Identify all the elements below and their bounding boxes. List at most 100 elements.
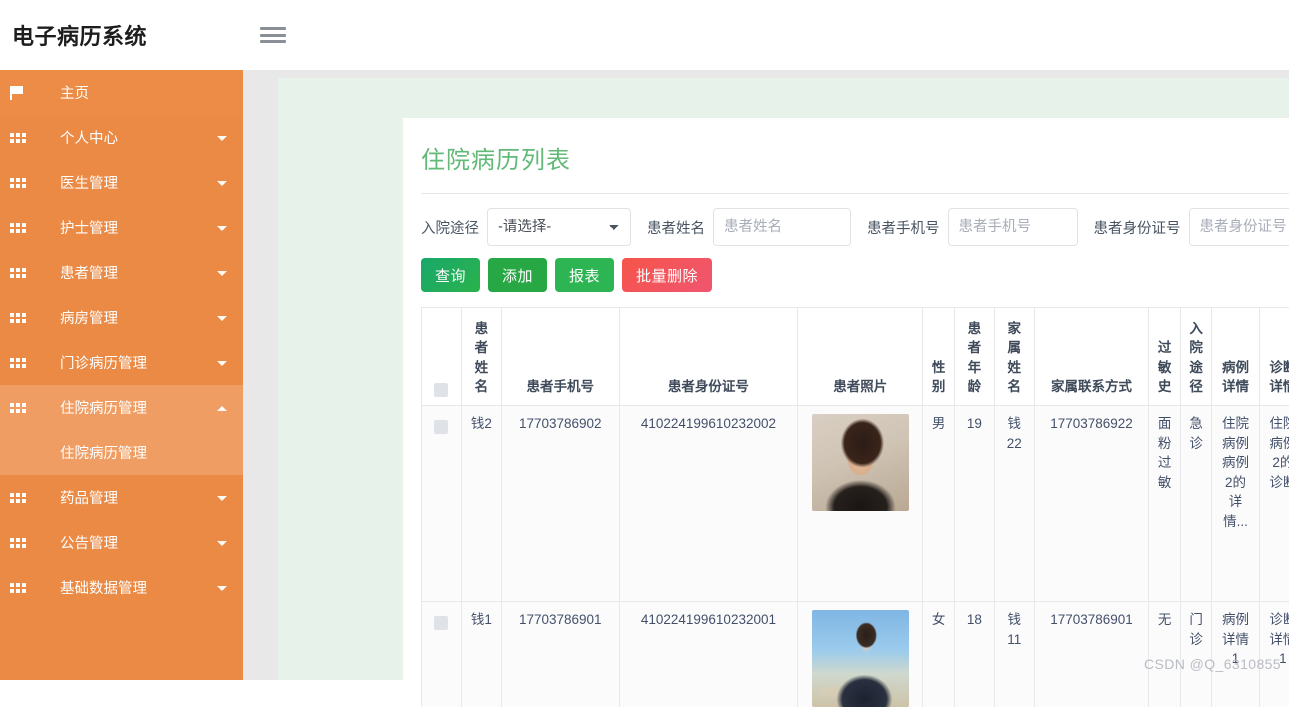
sidebar-item-1[interactable]: 医生管理 (0, 160, 243, 205)
app-title: 电子病历系统 (0, 19, 243, 51)
add-button[interactable]: 添加 (488, 258, 547, 292)
cell-idno: 410224199610232001 (619, 602, 798, 707)
chevron-down-icon (217, 541, 227, 546)
hamburger-bar (260, 40, 286, 43)
grid-icon (10, 583, 36, 593)
grid-icon (10, 358, 36, 368)
sidebar-subitem-6-0[interactable]: 住院病历管理 (0, 430, 243, 475)
grid-icon (10, 223, 36, 233)
column-header: 家属姓名 (994, 308, 1034, 406)
select-all-checkbox[interactable] (434, 383, 448, 397)
flag-icon (10, 86, 36, 100)
hamburger-icon[interactable] (260, 24, 288, 46)
cell-age: 19 (954, 406, 994, 602)
cell-idno: 410224199610232002 (619, 406, 798, 602)
table-scroll-region[interactable]: 患者姓名患者手机号患者身份证号患者照片性别患者年龄家属姓名家属联系方式过敏史入院… (421, 307, 1289, 707)
sidebar-item-label: 公告管理 (60, 532, 118, 553)
sidebar-item-label: 主页 (60, 82, 89, 103)
patient-photo-cell (798, 406, 923, 602)
content-area: 住院病历列表 入院途径 -请选择-急诊门诊 患者姓名 患者手机号 患者身份证号 … (243, 70, 1289, 680)
sidebar-item-label: 个人中心 (60, 127, 118, 148)
chevron-down-icon (217, 181, 227, 186)
sidebar-item-4[interactable]: 病房管理 (0, 295, 243, 340)
search-form: 入院途径 -请选择-急诊门诊 患者姓名 患者手机号 患者身份证号 (403, 194, 1289, 246)
row-checkbox[interactable] (434, 420, 448, 434)
cell-diagnosis: 诊断详情1 (1259, 602, 1289, 707)
page-title: 住院病历列表 (403, 118, 1289, 175)
cell-name: 钱1 (461, 602, 501, 707)
column-header: 诊断详情 (1259, 308, 1289, 406)
patient-photo-female[interactable] (812, 610, 909, 707)
sidebar-item-0[interactable]: 个人中心 (0, 115, 243, 160)
cell-diagnosis: 住院病例2的诊断 (1259, 406, 1289, 602)
sidebar-item-label: 医生管理 (60, 172, 118, 193)
sidebar-item-5[interactable]: 门诊病历管理 (0, 340, 243, 385)
patient-photo-cell (798, 602, 923, 707)
grid-icon (10, 538, 36, 548)
cell-case_detail: 住院病例病例2的详情... (1212, 406, 1259, 602)
cell-allergy: 面粉过敏 (1149, 406, 1181, 602)
query-button[interactable]: 查询 (421, 258, 480, 292)
table-body: 钱217703786902410224199610232002男19钱22177… (422, 406, 1289, 707)
sidebar-item-label: 病房管理 (60, 307, 118, 328)
cell-route: 门诊 (1180, 602, 1212, 707)
admission-route-label: 入院途径 (421, 217, 487, 238)
cell-kin_phone: 17703786901 (1034, 602, 1149, 707)
column-header: 过敏史 (1149, 308, 1181, 406)
cell-route: 急诊 (1180, 406, 1212, 602)
grid-icon (10, 268, 36, 278)
chevron-down-icon (217, 496, 227, 501)
cell-age: 18 (954, 602, 994, 707)
sidebar-item-7[interactable]: 药品管理 (0, 475, 243, 520)
inpatient-record-table: 患者姓名患者手机号患者身份证号患者照片性别患者年龄家属姓名家属联系方式过敏史入院… (421, 307, 1289, 707)
sidebar-item-3[interactable]: 患者管理 (0, 250, 243, 295)
cell-gender: 女 (923, 602, 955, 707)
grid-icon (10, 178, 36, 188)
sidebar-item-label: 患者管理 (60, 262, 118, 283)
row-checkbox[interactable] (434, 616, 448, 630)
patient-photo-male[interactable] (812, 414, 909, 511)
chevron-up-icon (217, 406, 227, 411)
batch-delete-button[interactable]: 批量删除 (622, 258, 712, 292)
patient-phone-input[interactable] (948, 208, 1078, 246)
patient-phone-label: 患者手机号 (867, 217, 948, 238)
sidebar-item-2[interactable]: 护士管理 (0, 205, 243, 250)
top-bar: 电子病历系统 (0, 0, 1289, 70)
cell-kin_name: 钱22 (994, 406, 1034, 602)
grid-icon (10, 313, 36, 323)
column-header: 患者手机号 (501, 308, 619, 406)
sidebar-subitem-label: 住院病历管理 (60, 442, 147, 463)
patient-name-input[interactable] (713, 208, 851, 246)
report-button[interactable]: 报表 (555, 258, 614, 292)
patient-idno-label: 患者身份证号 (1094, 217, 1189, 238)
column-header: 性别 (923, 308, 955, 406)
chevron-down-icon (217, 136, 227, 141)
chevron-down-icon (217, 226, 227, 231)
table-row[interactable]: 钱117703786901410224199610232001女18钱11177… (422, 602, 1289, 707)
patient-idno-input[interactable] (1189, 208, 1289, 246)
column-header: 病例详情 (1212, 308, 1259, 406)
sidebar-item-home[interactable]: 主页 (0, 70, 243, 115)
sidebar-item-label: 药品管理 (60, 487, 118, 508)
grid-icon (10, 403, 36, 413)
sidebar-item-9[interactable]: 基础数据管理 (0, 565, 243, 610)
sidebar-item-label: 门诊病历管理 (60, 352, 147, 373)
content-backdrop: 住院病历列表 入院途径 -请选择-急诊门诊 患者姓名 患者手机号 患者身份证号 … (278, 78, 1289, 680)
sidebar-item-label: 护士管理 (60, 217, 118, 238)
select-all-header (422, 308, 462, 406)
record-list-card: 住院病历列表 入院途径 -请选择-急诊门诊 患者姓名 患者手机号 患者身份证号 … (403, 118, 1289, 680)
chevron-down-icon (217, 361, 227, 366)
chevron-down-icon (217, 316, 227, 321)
sidebar-item-label: 基础数据管理 (60, 577, 147, 598)
patient-name-label: 患者姓名 (647, 217, 713, 238)
table-row[interactable]: 钱217703786902410224199610232002男19钱22177… (422, 406, 1289, 602)
cell-name: 钱2 (461, 406, 501, 602)
sidebar-item-6[interactable]: 住院病历管理 (0, 385, 243, 430)
sidebar-item-label: 住院病历管理 (60, 397, 147, 418)
grid-icon (10, 133, 36, 143)
cell-kin_phone: 17703786922 (1034, 406, 1149, 602)
table-head: 患者姓名患者手机号患者身份证号患者照片性别患者年龄家属姓名家属联系方式过敏史入院… (422, 308, 1289, 406)
hamburger-bar (260, 27, 286, 30)
sidebar-item-8[interactable]: 公告管理 (0, 520, 243, 565)
admission-route-select[interactable]: -请选择-急诊门诊 (487, 208, 631, 246)
